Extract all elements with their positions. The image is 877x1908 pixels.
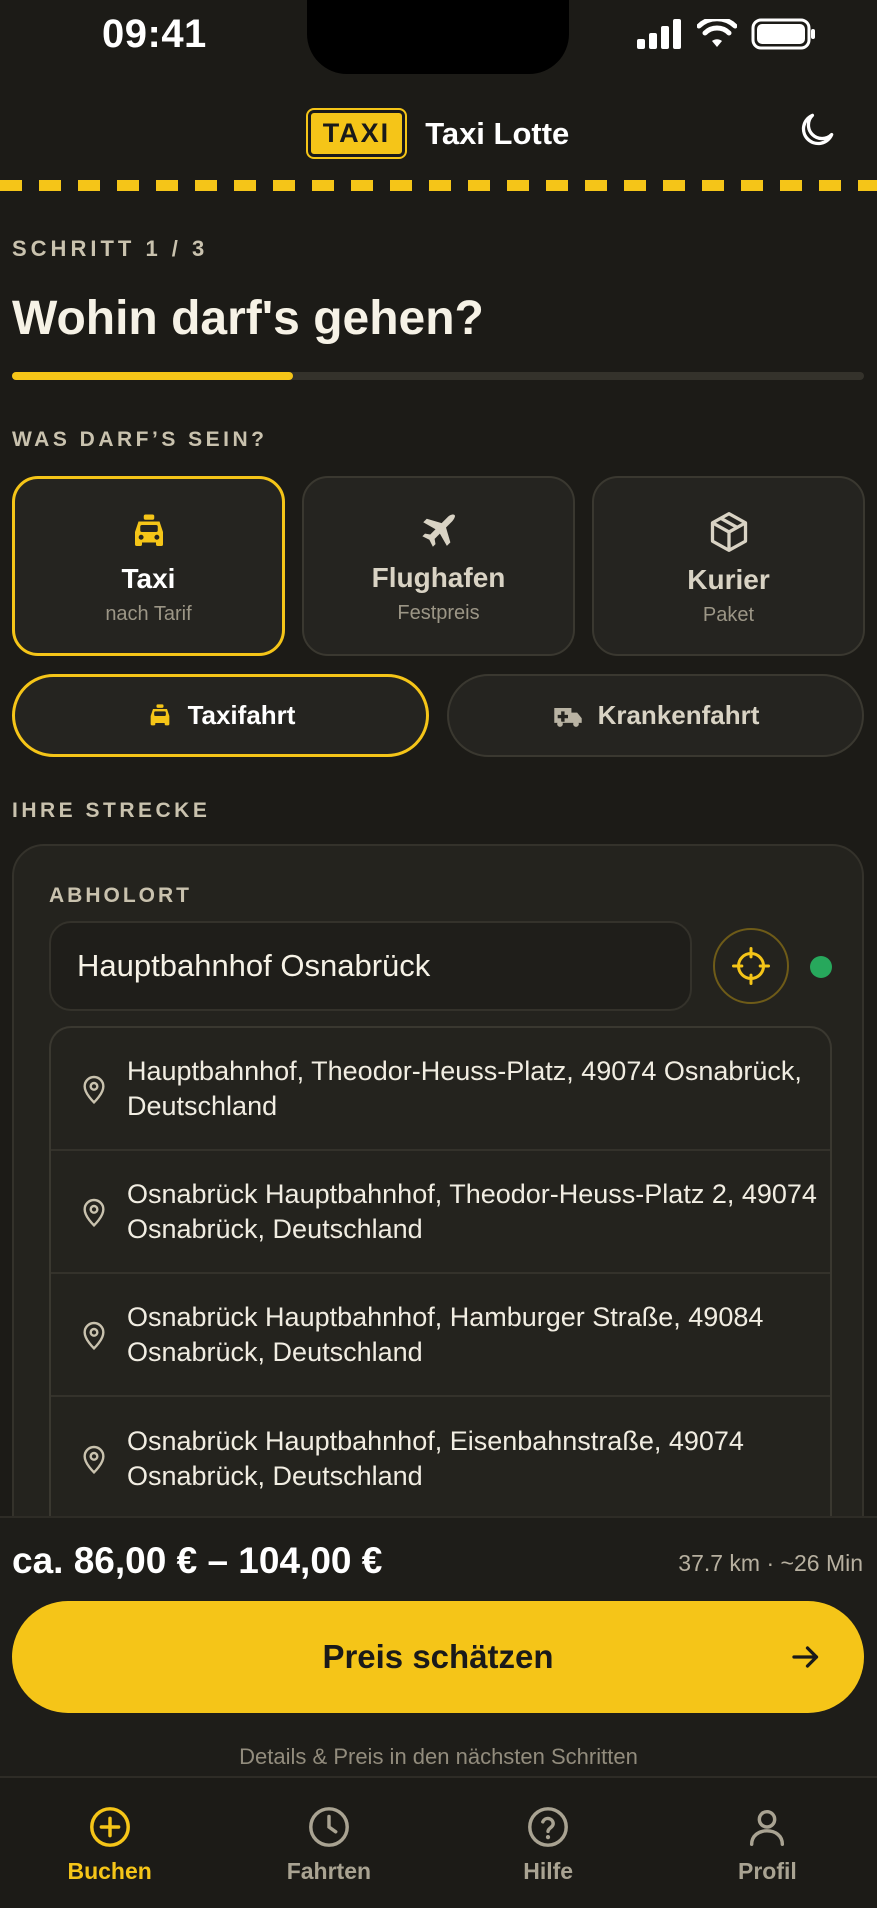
service-card-title: Taxi — [121, 563, 176, 594]
address-suggestions: Hauptbahnhof, Theodor-Heuss-Platz, 49074… — [49, 1026, 832, 1520]
taxi-icon — [150, 703, 169, 725]
route-meta: 37.7 km · ~26 Min — [678, 1550, 863, 1576]
clock-icon — [308, 1807, 349, 1847]
ride-type-label: Taxifahrt — [187, 700, 296, 730]
estimate-price-button[interactable]: Preis schätzen — [12, 1601, 864, 1713]
service-card-kurier[interactable]: Kurier Paket — [592, 476, 865, 656]
help-icon — [528, 1807, 569, 1847]
app-header: TAXI Taxi Lotte — [0, 80, 877, 180]
ride-type-taxifahrt[interactable]: Taxifahrt — [12, 674, 429, 757]
checker-stripe — [0, 180, 877, 191]
ambulance-icon — [553, 707, 582, 727]
tab-bar: Buchen Fahrten Hilfe Profil — [0, 1776, 877, 1908]
pickup-label: ABHOLORT — [49, 884, 192, 907]
app-title: Taxi Lotte — [425, 115, 570, 151]
step-indicator: SCHRITT 1 / 3 — [12, 236, 209, 261]
status-bar: 09:41 — [0, 0, 877, 80]
plane-icon — [421, 514, 455, 547]
tab-fahrten[interactable]: Fahrten — [219, 1778, 438, 1908]
status-time: 09:41 — [102, 12, 207, 56]
ride-type-krankenfahrt[interactable]: Krankenfahrt — [447, 674, 864, 757]
ride-type-label: Krankenfahrt — [597, 700, 760, 730]
locate-button[interactable] — [713, 928, 789, 1004]
progress-fill — [12, 372, 294, 380]
estimate-panel: ca. 86,00 € – 104,00 € 37.7 km · ~26 Min… — [0, 1516, 877, 1776]
taxi-badge: TAXI — [307, 110, 406, 157]
taxi-icon — [134, 514, 163, 546]
location-pin-icon — [83, 1321, 105, 1350]
suggestion-text: Osnabrück Hauptbahnhof, Hamburger Straße… — [127, 1301, 764, 1367]
signal-icon — [637, 19, 681, 49]
suggestion-text: Hauptbahnhof, Theodor-Heuss-Platz, 49074… — [127, 1055, 802, 1121]
wifi-icon — [697, 19, 737, 47]
plus-circle-icon — [89, 1807, 130, 1847]
route-card: ABHOLORT Hauptbahnhof Osnabrück Hauptbah… — [12, 844, 864, 1564]
suggestion-item[interactable]: Osnabrück Hauptbahnhof, Hamburger Straße… — [51, 1274, 830, 1397]
tab-label: Hilfe — [523, 1858, 574, 1884]
brand: TAXI Taxi Lotte — [0, 110, 877, 157]
service-card-subtitle: Festpreis — [397, 602, 480, 624]
page-title: Wohin darf's gehen? — [12, 292, 484, 345]
ride-type-switch: Taxifahrt Krankenfahrt — [12, 674, 864, 757]
user-icon — [750, 1809, 785, 1846]
suggestion-item[interactable]: Osnabrück Hauptbahnhof, Theodor-Heuss-Pl… — [51, 1151, 830, 1274]
moon-icon — [801, 113, 834, 146]
cta-hint: Details & Preis in den nächsten Schritte… — [239, 1744, 638, 1769]
arrow-right-icon — [792, 1646, 819, 1668]
gps-status-dot — [810, 956, 832, 978]
tab-hilfe[interactable]: Hilfe — [439, 1778, 658, 1908]
service-card-taxi[interactable]: Taxi nach Tarif — [12, 476, 285, 656]
location-pin-icon — [83, 1075, 105, 1104]
suggestion-text: Osnabrück Hauptbahnhof, Theodor-Heuss-Pl… — [127, 1178, 817, 1244]
battery-icon — [751, 18, 815, 50]
package-icon — [710, 512, 747, 552]
progress-bar — [12, 372, 864, 380]
tab-label: Profil — [737, 1858, 797, 1884]
service-card-subtitle: Paket — [702, 604, 755, 626]
service-section-label: WAS DARF’S SEIN? — [12, 428, 268, 451]
tab-profil[interactable]: Profil — [658, 1778, 877, 1908]
pickup-input[interactable]: Hauptbahnhof Osnabrück — [49, 921, 692, 1011]
dynamic-island — [307, 0, 569, 74]
price-estimate: ca. 86,00 € – 104,00 € — [12, 1540, 383, 1581]
service-card-subtitle: nach Tarif — [105, 603, 192, 625]
location-pin-icon — [83, 1198, 105, 1227]
service-card-flughafen[interactable]: Flughafen Festpreis — [302, 476, 575, 656]
tab-buchen[interactable]: Buchen — [0, 1778, 219, 1908]
suggestion-text: Osnabrück Hauptbahnhof, Eisenbahnstraße,… — [127, 1425, 744, 1491]
crosshair-icon — [732, 947, 770, 985]
theme-toggle-button[interactable] — [795, 108, 839, 157]
cta-label: Preis schätzen — [322, 1638, 554, 1675]
service-cards: Taxi nach Tarif Flughafen Festpreis Kuri… — [12, 476, 865, 656]
location-pin-icon — [83, 1445, 105, 1474]
route-section-label: IHRE STRECKE — [12, 799, 211, 822]
status-icons — [637, 18, 817, 50]
tab-label: Buchen — [67, 1858, 152, 1884]
tab-label: Fahrten — [286, 1858, 372, 1884]
suggestion-item[interactable]: Osnabrück Hauptbahnhof, Eisenbahnstraße,… — [51, 1397, 830, 1520]
suggestion-item[interactable]: Hauptbahnhof, Theodor-Heuss-Platz, 49074… — [51, 1028, 830, 1151]
service-card-title: Flughafen — [371, 562, 506, 593]
service-card-title: Kurier — [687, 564, 770, 595]
